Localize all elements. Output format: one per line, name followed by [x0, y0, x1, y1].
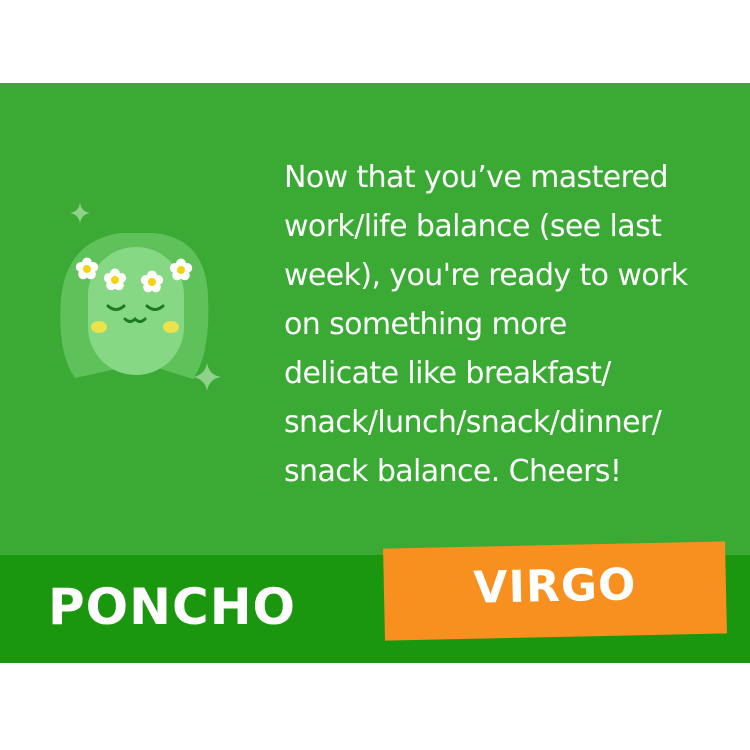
virgo-character-icon	[60, 203, 221, 391]
horoscope-page: Now that you’ve mastered work/life balan…	[0, 0, 750, 750]
zodiac-sign-label: VIRGO	[472, 559, 637, 614]
cheek-left	[91, 321, 107, 333]
zodiac-sign-badge: VIRGO	[383, 541, 727, 641]
brand-name: PONCHO	[48, 578, 297, 636]
sparkle-icon	[70, 203, 90, 223]
cheek-right	[163, 321, 179, 333]
horoscope-card: Now that you’ve mastered work/life balan…	[0, 83, 750, 663]
face-shape	[88, 247, 184, 375]
horoscope-message: Now that you’ve mastered work/life balan…	[284, 160, 688, 489]
footer-bar: PONCHO VIRGO	[0, 541, 750, 663]
